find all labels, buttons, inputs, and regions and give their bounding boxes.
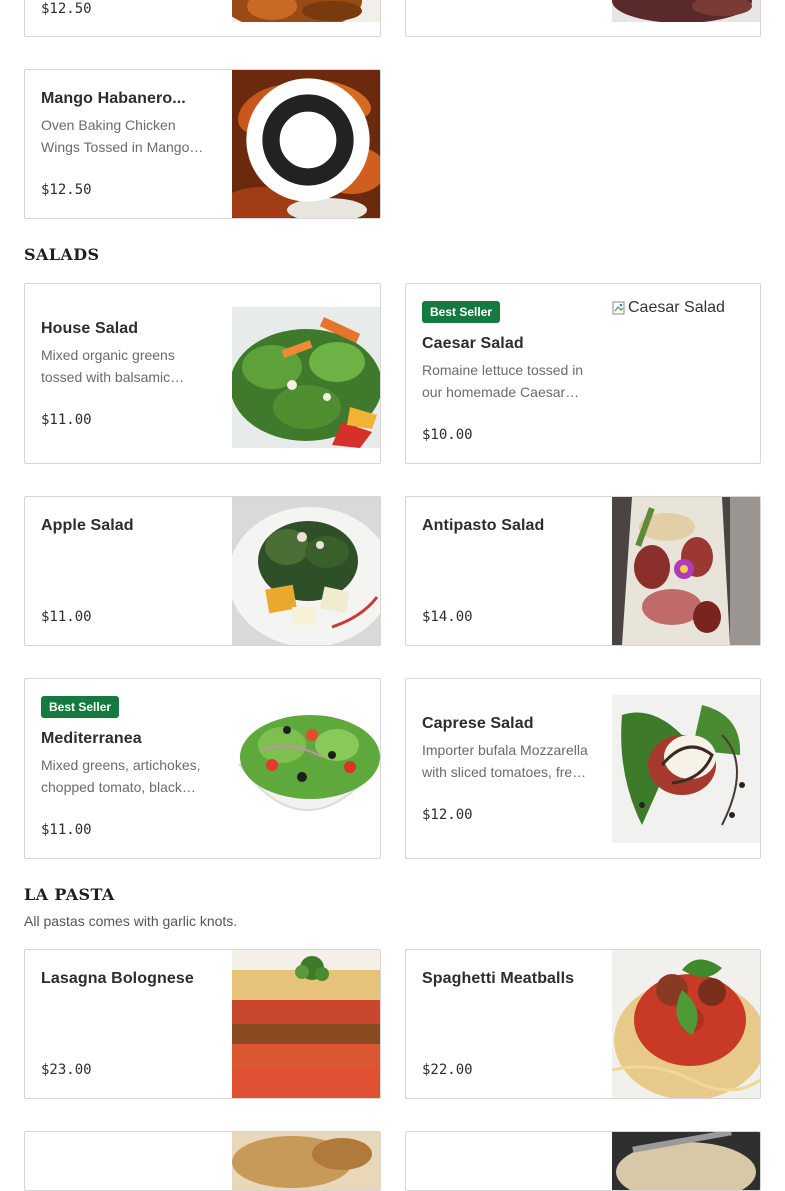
menu-item-name: Caesar Salad — [422, 335, 524, 352]
menu-item-info: Best Seller Mediterranea Mixed greens, a… — [41, 679, 210, 858]
menu-item-card-top-right[interactable] — [405, 0, 761, 37]
menu-item-info: Spaghetti Meatballs $22.00 — [422, 950, 590, 1098]
menu-item-info: Mango Habanero... Oven Baking Chicken Wi… — [41, 70, 210, 218]
menu-item-description: Romaine lettuce tossed in our homemade C… — [422, 362, 584, 400]
menu-item-card-mango-habanero[interactable]: Mango Habanero... Oven Baking Chicken Wi… — [24, 69, 381, 219]
menu-item-description: Mixed organic greens tossed with balsami… — [41, 347, 175, 385]
menu-item-description: Mixed greens, artichokes, chopped tomato… — [41, 757, 201, 795]
menu-item-photo — [232, 1132, 380, 1190]
menu-item-description: Oven Baking Chicken Wings Tossed in Mang… — [41, 117, 190, 155]
antipasto-salad-photo — [612, 497, 760, 645]
menu-item-info: House Salad Mixed organic greens tossed … — [41, 284, 210, 463]
menu-item-card-caprese-salad[interactable]: Caprese Salad Importer bufala Mozzarella… — [405, 678, 761, 859]
lasagna-photo — [232, 950, 380, 1098]
menu-item-card-antipasto-salad[interactable]: Antipasto Salad $14.00 — [405, 496, 761, 646]
apple-salad-photo — [232, 497, 380, 645]
menu-item-info: Apple Salad $11.00 — [41, 497, 210, 645]
best-seller-badge: Best Seller — [422, 301, 501, 323]
menu-item-price: $11.00 — [41, 609, 92, 625]
menu-item-name: Apple Salad — [41, 517, 134, 534]
chicken-wings-photo — [232, 70, 380, 218]
menu-item-card-spaghetti-meatballs[interactable]: Spaghetti Meatballs $22.00 — [405, 949, 761, 1099]
caprese-salad-photo — [612, 695, 760, 843]
menu-item-name: Lasagna Bolognese — [41, 970, 194, 987]
section-note-pasta: All pastas comes with garlic knots. — [24, 913, 238, 929]
menu-item-card-house-salad[interactable]: House Salad Mixed organic greens tossed … — [24, 283, 381, 464]
broken-image: Caesar Salad — [612, 296, 760, 320]
menu-item-photo — [612, 1132, 760, 1190]
menu-item-price: $23.00 — [41, 1062, 92, 1078]
expand-icon — [246, 78, 370, 202]
menu-item-info: Lasagna Bolognese $23.00 — [41, 950, 210, 1098]
menu-item-name: Spaghetti Meatballs — [422, 970, 575, 987]
menu-item-name: House Salad — [41, 320, 139, 337]
menu-item-card-top-left[interactable]: $12.50 — [24, 0, 381, 37]
menu-item-price: $10.00 — [422, 427, 473, 443]
menu-item-card-caesar-salad[interactable]: Best Seller Caesar Salad Romaine lettuce… — [405, 283, 761, 464]
menu-item-info: Antipasto Salad $14.00 — [422, 497, 590, 645]
broken-image-alt-text: Caesar Salad — [628, 299, 725, 316]
menu-item-price: $11.00 — [41, 822, 92, 838]
menu-item-card-bottom-right[interactable] — [405, 1131, 761, 1191]
menu-item-price: $12.00 — [422, 807, 473, 823]
section-title-pasta: LA PASTA — [24, 885, 115, 904]
section-title-salads: SALADS — [24, 245, 100, 264]
menu-item-price: $14.00 — [422, 609, 473, 625]
menu-item-name: Antipasto Salad — [422, 517, 545, 534]
menu-item-description: Importer bufala Mozzarella with sliced t… — [422, 742, 588, 780]
menu-item-card-apple-salad[interactable]: Apple Salad $11.00 — [24, 496, 381, 646]
best-seller-badge: Best Seller — [41, 696, 120, 718]
menu-item-photo — [612, 0, 760, 22]
menu-item-name: Mediterranea — [41, 730, 142, 747]
menu-item-info: $12.50 — [41, 0, 210, 36]
menu-item-price: $22.00 — [422, 1062, 473, 1078]
house-salad-photo — [232, 307, 380, 448]
menu-item-price: $11.00 — [41, 412, 92, 428]
spaghetti-meatballs-photo — [612, 950, 760, 1098]
menu-item-info: Caprese Salad Importer bufala Mozzarella… — [422, 679, 590, 858]
mediterranea-salad-photo — [232, 695, 380, 843]
menu-item-price: $12.50 — [41, 1, 92, 17]
menu-item-card-mediterranea[interactable]: Best Seller Mediterranea Mixed greens, a… — [24, 678, 381, 859]
broken-image-icon — [612, 301, 625, 315]
menu-item-card-lasagna-bolognese[interactable]: Lasagna Bolognese $23.00 — [24, 949, 381, 1099]
menu-item-info: Best Seller Caesar Salad Romaine lettuce… — [422, 284, 590, 463]
menu-item-price: $12.50 — [41, 182, 92, 198]
menu-item-name: Mango Habanero... — [41, 90, 186, 107]
menu-item-name: Caprese Salad — [422, 715, 534, 732]
menu-item-photo — [232, 0, 380, 22]
menu-item-card-bottom-left[interactable] — [24, 1131, 381, 1191]
